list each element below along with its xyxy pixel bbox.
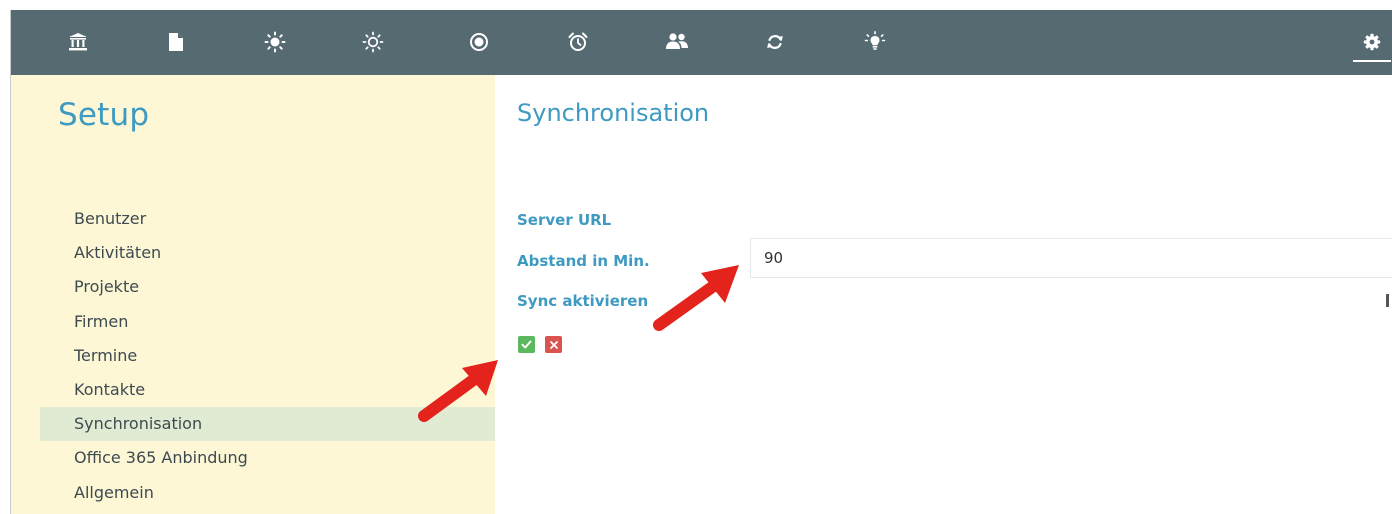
nav-record-button[interactable] xyxy=(459,22,499,62)
app-window: Setup Benutzer Aktivitäten Projekte Firm… xyxy=(0,0,1392,514)
nav-setup-button[interactable] xyxy=(1352,22,1392,62)
nav-sun-button[interactable] xyxy=(255,22,295,62)
sync-enable-checkbox[interactable] xyxy=(1386,294,1389,307)
refresh-icon xyxy=(767,35,783,49)
sidebar-item-firmen[interactable]: Firmen xyxy=(40,305,495,339)
setup-menu: Benutzer Aktivitäten Projekte Firmen Ter… xyxy=(40,202,495,510)
sync-enable-label: Sync aktivieren xyxy=(517,292,649,310)
confirm-button[interactable] xyxy=(518,336,535,353)
check-icon xyxy=(521,340,532,349)
sidebar-title: Setup xyxy=(58,97,150,133)
sun-icon xyxy=(264,31,286,53)
sidebar-item-allgemein[interactable]: Allgemein xyxy=(40,476,495,510)
sidebar-item-projekte[interactable]: Projekte xyxy=(40,270,495,304)
cancel-button[interactable] xyxy=(545,336,562,353)
setup-sidebar: Setup Benutzer Aktivitäten Projekte Firm… xyxy=(11,75,495,514)
sidebar-item-synchronisation[interactable]: Synchronisation xyxy=(40,407,495,442)
alarm-clock-icon xyxy=(568,32,588,51)
top-navigation-bar xyxy=(11,10,1392,75)
server-url-label: Server URL xyxy=(517,211,612,229)
active-tab-indicator xyxy=(1353,60,1391,62)
page-title: Synchronisation xyxy=(517,99,710,127)
document-icon xyxy=(169,33,183,51)
users-icon xyxy=(666,33,688,49)
nav-documents-button[interactable] xyxy=(156,22,196,62)
sidebar-item-benutzer[interactable]: Benutzer xyxy=(40,202,495,236)
sidebar-item-office365[interactable]: Office 365 Anbindung xyxy=(40,441,495,475)
lightbulb-icon xyxy=(864,31,886,50)
sun-outline-icon xyxy=(362,31,384,53)
record-icon xyxy=(470,33,488,51)
interval-label: Abstand in Min. xyxy=(517,252,650,270)
bank-icon xyxy=(69,33,87,51)
interval-input[interactable] xyxy=(750,238,1392,278)
nav-sun-outline-button[interactable] xyxy=(353,22,393,62)
gear-icon xyxy=(1363,33,1381,51)
nav-sync-button[interactable] xyxy=(755,22,795,62)
main-panel: Synchronisation Server URL Abstand in Mi… xyxy=(495,75,1392,514)
sidebar-item-termine[interactable]: Termine xyxy=(40,339,495,373)
sidebar-item-aktivitaeten[interactable]: Aktivitäten xyxy=(40,236,495,270)
nav-ideas-button[interactable] xyxy=(855,22,895,62)
sidebar-item-kontakte[interactable]: Kontakte xyxy=(40,373,495,407)
nav-users-button[interactable] xyxy=(657,22,697,62)
nav-alarm-button[interactable] xyxy=(558,22,598,62)
nav-home-button[interactable] xyxy=(58,22,98,62)
close-icon xyxy=(549,340,558,349)
